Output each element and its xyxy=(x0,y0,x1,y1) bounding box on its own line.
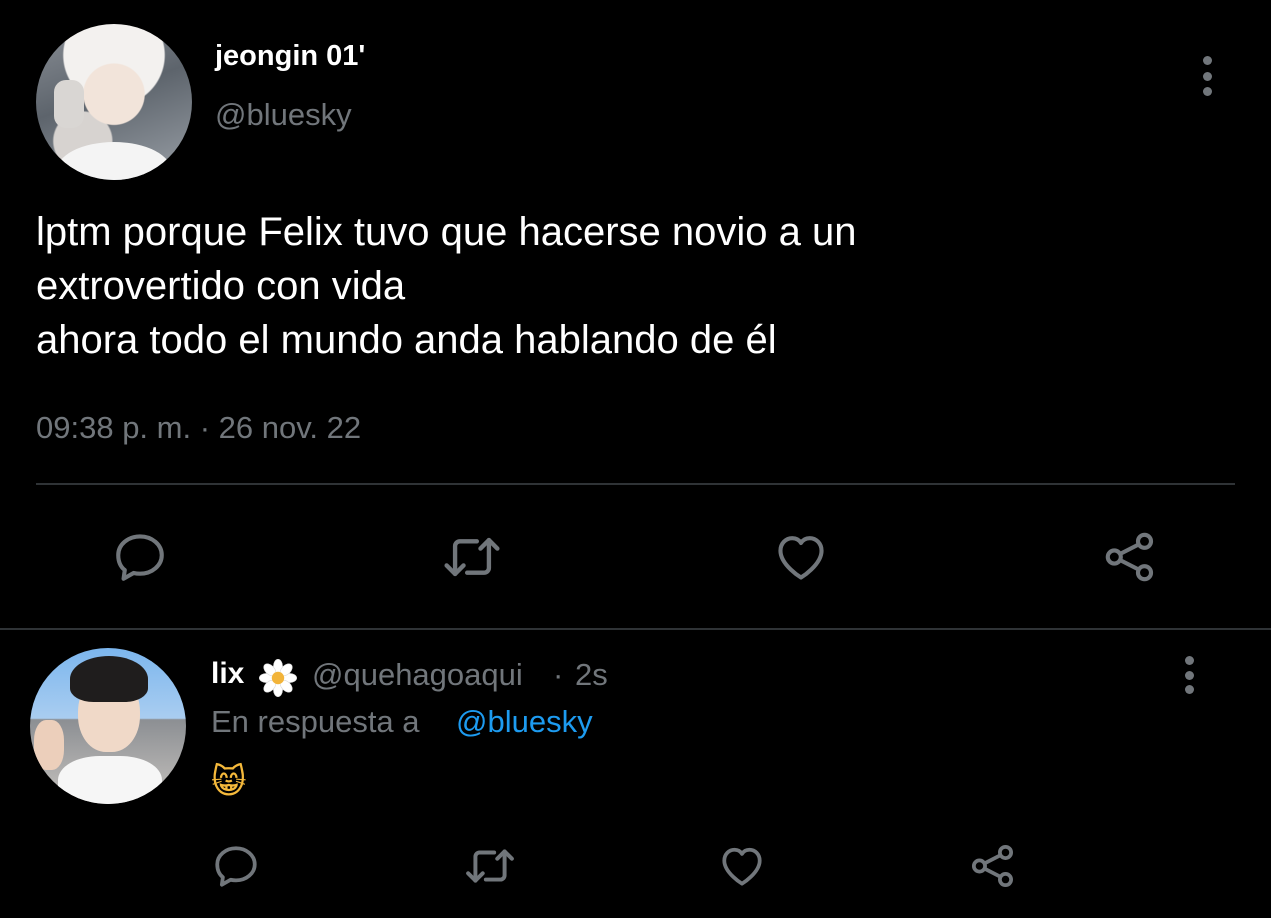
like-button[interactable] xyxy=(716,840,768,892)
divider xyxy=(36,483,1235,485)
share-button[interactable] xyxy=(1100,527,1160,587)
replying-to-label: En respuesta a xyxy=(211,704,420,739)
avatar-hair-shape xyxy=(70,656,148,702)
retweet-button[interactable] xyxy=(440,527,504,587)
more-dot xyxy=(1202,56,1212,65)
reply-icon xyxy=(215,846,257,887)
reply-author-avatar[interactable] xyxy=(30,648,186,804)
retweet-icon xyxy=(444,537,500,577)
author-display-name[interactable]: jeongin 01' xyxy=(215,40,365,73)
more-dot xyxy=(1202,87,1212,96)
more-dot xyxy=(1184,685,1194,694)
avatar-hand-shape xyxy=(34,720,64,770)
like-button[interactable] xyxy=(770,527,832,587)
more-dot xyxy=(1202,71,1212,81)
more-options-icon[interactable] xyxy=(1177,656,1201,694)
divider xyxy=(0,628,1271,630)
more-dot xyxy=(1184,656,1194,665)
daisy-flower-icon xyxy=(258,658,298,698)
reply-button[interactable] xyxy=(110,527,170,587)
replying-to-handle-link[interactable]: @bluesky xyxy=(456,704,593,740)
more-dot xyxy=(1184,670,1194,680)
retweet-button[interactable] xyxy=(462,840,518,892)
reply-text: 😸 xyxy=(211,763,247,801)
author-handle[interactable]: @bluesky xyxy=(215,97,352,133)
headphone-shape xyxy=(54,80,84,128)
tweet-timestamp[interactable]: 09:38 p. m. · 26 nov. 22 xyxy=(36,410,361,446)
reply-author-handle[interactable]: @quehagoaqui xyxy=(312,657,523,693)
tweet-text: lptm porque Felix tuvo que hacerse novio… xyxy=(36,205,1226,367)
reply-time[interactable]: 2s xyxy=(575,657,608,693)
avatar-shirt-shape xyxy=(58,756,162,804)
meta-separator: · xyxy=(553,657,564,692)
tweet-text-line: extrovertido con vida xyxy=(36,264,406,308)
reply-button[interactable] xyxy=(210,840,262,892)
reply-icon xyxy=(116,534,164,581)
tweet-text-line: lptm porque Felix tuvo que hacerse novio… xyxy=(36,210,857,254)
author-avatar[interactable] xyxy=(36,24,192,180)
like-icon xyxy=(778,536,824,580)
avatar-shoulder-shape xyxy=(56,142,172,180)
more-options-icon[interactable] xyxy=(1195,56,1219,96)
share-icon xyxy=(1105,532,1154,582)
reply-author-display-name[interactable]: lix xyxy=(211,657,244,691)
like-icon xyxy=(722,847,762,886)
retweet-icon xyxy=(466,849,514,883)
share-button[interactable] xyxy=(967,840,1019,892)
share-icon xyxy=(971,844,1014,888)
tweet-text-line: ahora todo el mundo anda hablando de él xyxy=(36,318,777,362)
